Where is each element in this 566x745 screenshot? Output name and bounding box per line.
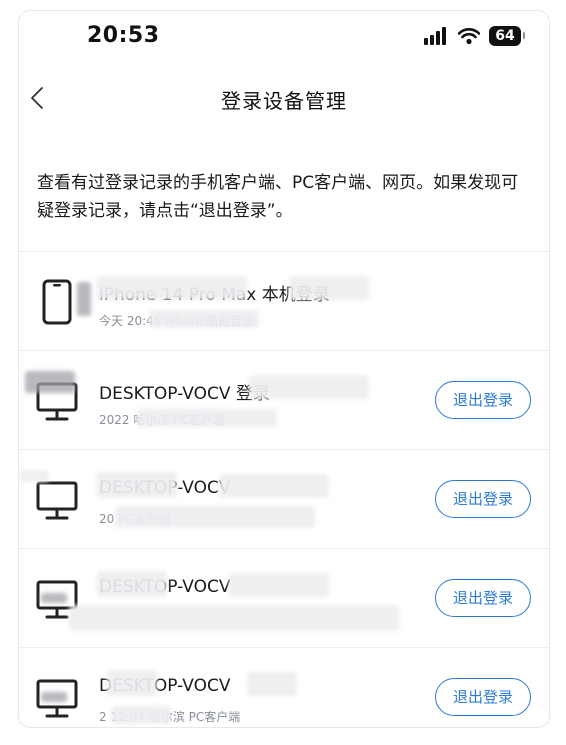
logout-button[interactable]: 退出登录 — [435, 678, 531, 716]
device-row: DESKTOP-VOCV 登录 2022 哈尔滨 PC客户端 退出登录 — [19, 350, 549, 449]
status-time: 20:53 — [87, 23, 160, 48]
status-icons: 64 — [423, 25, 525, 47]
logout-button[interactable]: 退出登录 — [435, 579, 531, 617]
device-list: iPhone 14 Pro Max 本机登录 今天 20:45 iPhone酷狗… — [19, 251, 549, 727]
wifi-icon — [458, 27, 480, 45]
device-row: DESKTOP-VOCV 2 12:07 哈尔滨 PC客户端 退出登录 — [19, 647, 549, 727]
logout-button[interactable]: 退出登录 — [435, 480, 531, 518]
phone-icon — [35, 278, 79, 326]
page-title: 登录设备管理 — [221, 89, 347, 113]
battery-icon: 64 — [489, 26, 525, 46]
app-frame: 20:53 64 登录设备管理 查看有过登录记录的手机客户端、PC客户端、网页。… — [18, 10, 550, 728]
status-bar: 20:53 64 — [19, 11, 549, 67]
signal-icon — [423, 26, 449, 46]
description-text: 查看有过登录记录的手机客户端、PC客户端、网页。如果发现可疑登录记录，请点击“退… — [37, 173, 519, 221]
device-row: iPhone 14 Pro Max 本机登录 今天 20:45 iPhone酷狗… — [19, 251, 549, 350]
device-row: DESKTOP-VOCV 退出登录 — [19, 548, 549, 647]
monitor-icon — [35, 476, 79, 524]
nav-bar: 登录设备管理 — [19, 75, 549, 123]
device-row: DESKTOP-VOCV 20 PC客户端 退出登录 — [19, 449, 549, 548]
logout-button[interactable]: 退出登录 — [435, 381, 531, 419]
